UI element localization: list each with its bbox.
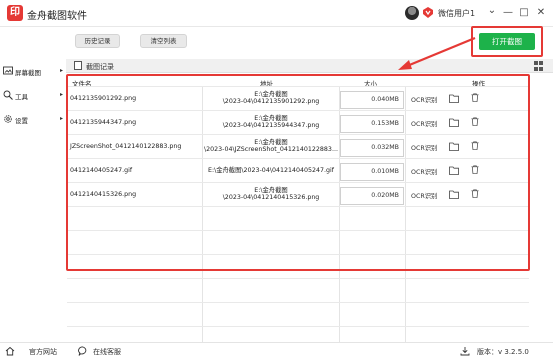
- sidebar-item-screenshot[interactable]: 屏幕截图 ▸: [0, 65, 66, 79]
- chevron-right-icon: ▸: [60, 67, 64, 74]
- row-divider: [67, 134, 529, 135]
- column-divider: [405, 86, 406, 342]
- app-logo: 印: [7, 5, 23, 21]
- chevron-right-icon: ▸: [60, 115, 64, 122]
- folder-icon[interactable]: [449, 190, 459, 199]
- row-divider: [67, 278, 529, 279]
- home-icon: [5, 346, 15, 356]
- folder-icon[interactable]: [449, 166, 459, 175]
- gear-icon: [4, 115, 12, 123]
- ocr-button[interactable]: OCR识别: [411, 191, 437, 200]
- user-avatar[interactable]: [405, 6, 419, 20]
- vip-badge-icon: [423, 7, 433, 18]
- download-icon: [460, 347, 470, 356]
- row-filename: 0412135901292.png: [70, 95, 137, 102]
- ocr-button[interactable]: OCR识别: [411, 95, 437, 104]
- minimize-icon[interactable]: —: [502, 6, 514, 20]
- ocr-button[interactable]: OCR识别: [411, 143, 437, 152]
- user-name[interactable]: 微信用户1: [438, 8, 475, 19]
- row-size: 0.020MB: [340, 187, 404, 205]
- sidebar-item-label: 工具: [15, 93, 28, 101]
- folder-icon[interactable]: [449, 94, 459, 103]
- chevron-right-icon: ▸: [60, 91, 64, 98]
- sidebar-item-label: 屏幕截图: [15, 69, 41, 77]
- row-size: 0.010MB: [340, 163, 404, 181]
- sidebar-item-settings[interactable]: 设置 ▸: [0, 113, 66, 127]
- screenshot-records-table: 文件名 地址 大小 操作 0412135901292.png E:\金舟截图 \2…: [67, 76, 529, 342]
- row-divider: [67, 254, 529, 255]
- row-address: E:\金舟截图 \2023-04\0412135944347.png: [222, 115, 320, 129]
- row-divider: [67, 182, 529, 183]
- row-filename: 0412140415326.png: [70, 191, 137, 198]
- footer: 官方网站 在线客服 版本：v 3.2.5.0: [0, 342, 553, 360]
- row-size: 0.040MB: [340, 91, 404, 109]
- version-label: 版本：v 3.2.5.0: [477, 348, 529, 356]
- app-title: 金舟截图软件: [27, 11, 87, 22]
- ocr-button[interactable]: OCR识别: [411, 119, 437, 128]
- row-size: 0.153MB: [340, 115, 404, 133]
- row-filename: 0412135944347.png: [70, 119, 137, 126]
- row-divider: [67, 86, 529, 87]
- row-divider: [67, 302, 529, 303]
- row-divider: [67, 158, 529, 159]
- sidebar-item-label: 设置: [15, 117, 28, 125]
- annotation-arrow: [398, 36, 476, 70]
- row-size: 0.032MB: [340, 139, 404, 157]
- row-divider: [67, 326, 529, 327]
- row-address: E:\金舟截图 \2023-04\0412135901292.png: [222, 91, 320, 105]
- trash-icon[interactable]: [470, 141, 480, 150]
- close-icon[interactable]: ✕: [535, 6, 547, 20]
- panel-title: 截图记录: [86, 63, 114, 71]
- row-address: E:\金舟截图 \2023-04\JZScreenShot_04121401228…: [204, 139, 338, 153]
- document-icon: [74, 61, 82, 70]
- row-divider: [67, 110, 529, 111]
- folder-icon[interactable]: [449, 142, 459, 151]
- row-filename: JZScreenShot_0412140122883.png: [70, 143, 182, 150]
- folder-icon[interactable]: [449, 118, 459, 127]
- trash-icon[interactable]: [470, 93, 480, 102]
- ocr-button[interactable]: OCR识别: [411, 167, 437, 176]
- row-divider: [67, 230, 529, 231]
- sidebar-item-tools[interactable]: 工具 ▸: [0, 89, 66, 103]
- trash-icon[interactable]: [470, 189, 480, 198]
- user-menu-chevron-icon[interactable]: ⌄: [486, 4, 498, 18]
- online-support-link[interactable]: 在线客服: [93, 347, 121, 357]
- column-divider: [202, 86, 203, 342]
- screen-icon: [3, 66, 13, 75]
- history-button[interactable]: 历史记录: [75, 34, 120, 48]
- grid-view-icon[interactable]: [534, 61, 544, 71]
- row-address: E:\金舟截图\2023-04\0412140405247.gif: [207, 167, 334, 174]
- trash-icon[interactable]: [470, 117, 480, 126]
- row-filename: 0412140405247.gif: [70, 167, 133, 174]
- official-website-link[interactable]: 官方网站: [29, 347, 57, 357]
- panel-header: 截图记录: [66, 59, 553, 73]
- clear-list-button[interactable]: 清空列表: [140, 34, 187, 48]
- support-icon: [78, 346, 87, 356]
- row-address: E:\金舟截图 \2023-04\0412140415326.png: [222, 187, 320, 201]
- title-bar: 印 金舟截图软件 微信用户1 ⌄ — □ ✕: [0, 0, 553, 27]
- row-divider: [67, 206, 529, 207]
- tools-icon: [3, 90, 13, 100]
- open-screenshot-button[interactable]: 打开截图: [479, 33, 535, 50]
- trash-icon[interactable]: [470, 165, 480, 174]
- sidebar: 屏幕截图 ▸ 工具 ▸ 设置 ▸: [0, 60, 66, 342]
- maximize-icon[interactable]: □: [518, 6, 530, 20]
